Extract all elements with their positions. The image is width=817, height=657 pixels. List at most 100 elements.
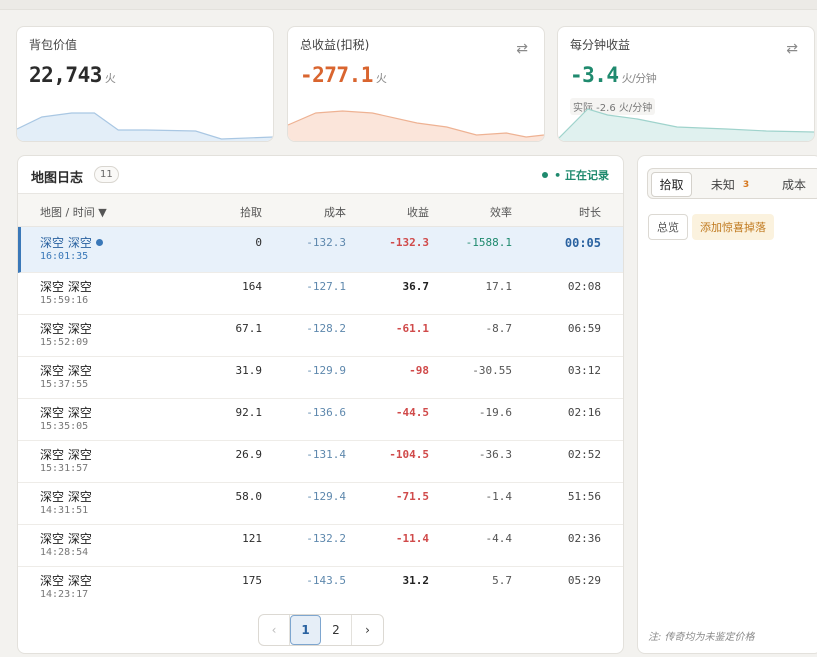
recording-label: • 正在记录 bbox=[554, 169, 609, 182]
map-name-text: 深空 深空 bbox=[40, 322, 92, 336]
overview-button[interactable]: 总览 bbox=[648, 214, 688, 240]
card-label: 背包价值 bbox=[29, 38, 78, 52]
map-time: 14:31:51 bbox=[40, 505, 89, 516]
pickup-value: 58.0 bbox=[235, 490, 263, 503]
map-name: 深空 深空 bbox=[40, 446, 92, 463]
cost-value: -131.4 bbox=[306, 448, 346, 461]
per-minute: -3.4 火/分钟 bbox=[570, 63, 657, 87]
pickup-value: 26.9 bbox=[235, 448, 263, 461]
map-time: 15:31:57 bbox=[40, 463, 89, 474]
map-cell: 深空 深空 14:28:54 bbox=[40, 530, 92, 558]
top-strip bbox=[0, 0, 817, 10]
duration-value: 02:16 bbox=[567, 406, 601, 419]
profit-value: -71.5 bbox=[395, 490, 429, 503]
col-duration[interactable]: 时长 bbox=[579, 204, 601, 220]
map-cell: 深空 深空 14:31:51 bbox=[40, 488, 92, 516]
map-time: 16:01:35 bbox=[40, 251, 89, 262]
add-surprise-drop-button[interactable]: 添加惊喜掉落 bbox=[692, 214, 774, 240]
col-profit[interactable]: 收益 bbox=[407, 204, 429, 220]
total-profit-card: 总收益(扣税) ⇄ -277.1 火 bbox=[287, 26, 545, 142]
per-minute-card: 每分钟收益 ⇄ -3.4 火/分钟 实际 -2.6 火/分钟 bbox=[557, 26, 815, 142]
map-name: 深空 深空 bbox=[40, 530, 92, 547]
col-map-time[interactable]: 地图 / 时间 ▼ bbox=[40, 204, 107, 220]
tab-unknown-label: 未知 bbox=[710, 178, 735, 192]
price-note: 注: 传奇均为未鉴定价格 bbox=[648, 632, 755, 643]
swap-icon[interactable]: ⇄ bbox=[786, 41, 798, 57]
duration-value: 05:29 bbox=[567, 574, 601, 587]
map-cell: 深空 深空 14:23:17 bbox=[40, 572, 92, 600]
map-name-text: 深空 深空 bbox=[40, 236, 92, 250]
page-2-button[interactable]: 2 bbox=[321, 615, 352, 645]
duration-value: 03:12 bbox=[567, 364, 601, 377]
table-body: 深空 深空 16:01:35 0 -132.3 -132.3 -1588.1 00:05 深空… bbox=[18, 227, 623, 605]
table-row[interactable]: 深空 深空 15:31:57 26.9 -131.4 -104.5 -36.3 02:52 bbox=[18, 441, 623, 483]
per-minute-unit: 火/分钟 bbox=[621, 72, 657, 85]
profit-value: -11.4 bbox=[395, 532, 429, 545]
efficiency-value: -19.6 bbox=[478, 406, 512, 419]
tab-unknown[interactable]: 未知 3 bbox=[698, 172, 762, 197]
efficiency-value: -8.7 bbox=[485, 322, 513, 335]
col-pickup[interactable]: 拾取 bbox=[240, 204, 262, 220]
table-row[interactable]: 深空 深空 15:52:09 67.1 -128.2 -61.1 -8.7 06:59 bbox=[18, 315, 623, 357]
swap-icon[interactable]: ⇄ bbox=[516, 41, 528, 57]
duration-value: 02:52 bbox=[567, 448, 601, 461]
duration-value: 06:59 bbox=[567, 322, 601, 335]
unknown-count-badge: 3 bbox=[742, 179, 750, 190]
table-row[interactable]: 深空 深空 15:37:55 31.9 -129.9 -98 -30.55 03:12 bbox=[18, 357, 623, 399]
profit-value: -98 bbox=[409, 364, 429, 377]
table-row[interactable]: 深空 深空 16:01:35 0 -132.3 -132.3 -1588.1 00:05 bbox=[18, 227, 623, 273]
table-row[interactable]: 深空 深空 14:28:54 121 -132.2 -11.4 -4.4 02:36 bbox=[18, 525, 623, 567]
col-cost[interactable]: 成本 bbox=[324, 204, 346, 220]
tab-cost-label: 成本 bbox=[781, 178, 806, 192]
profit-value: 31.2 bbox=[402, 574, 430, 587]
efficiency-value: -30.55 bbox=[472, 364, 512, 377]
map-name-text: 深空 深空 bbox=[40, 532, 92, 546]
pickup-value: 175 bbox=[242, 574, 262, 587]
duration-value: 02:36 bbox=[567, 532, 601, 545]
map-cell: 深空 深空 15:59:16 bbox=[40, 278, 92, 306]
map-time: 15:37:55 bbox=[40, 379, 89, 390]
tab-pickup-label: 拾取 bbox=[659, 178, 684, 192]
map-time: 15:59:16 bbox=[40, 295, 89, 306]
pagination: ‹ 1 2 › bbox=[258, 614, 384, 646]
map-cell: 深空 深空 15:31:57 bbox=[40, 446, 92, 474]
total-profit: -277.1 火 bbox=[300, 63, 387, 87]
table-row[interactable]: 深空 深空 15:35:05 92.1 -136.6 -44.5 -19.6 02:16 bbox=[18, 399, 623, 441]
map-name: 深空 深空 bbox=[40, 234, 103, 251]
cost-value: -127.1 bbox=[306, 280, 346, 293]
map-name: 深空 深空 bbox=[40, 362, 92, 379]
profit-value: -104.5 bbox=[389, 448, 429, 461]
loot-side-panel: 拾取 未知 3 成本 总览 添加惊喜掉落 注: 传奇均为未鉴定价格 bbox=[637, 155, 817, 654]
tab-cost[interactable]: 成本 bbox=[768, 172, 817, 197]
tab-pickup[interactable]: 拾取 bbox=[651, 172, 692, 197]
table-row[interactable]: 深空 深空 14:23:17 175 -143.5 31.2 5.7 05:29 bbox=[18, 567, 623, 605]
cost-value: -132.3 bbox=[306, 236, 346, 249]
table-row[interactable]: 深空 深空 15:59:16 164 -127.1 36.7 17.1 02:08 bbox=[18, 273, 623, 315]
map-name-text: 深空 深空 bbox=[40, 280, 92, 294]
map-name-text: 深空 深空 bbox=[40, 574, 92, 588]
prev-page-button[interactable]: ‹ bbox=[259, 615, 290, 645]
profit-value: 36.7 bbox=[402, 280, 430, 293]
cost-value: -128.2 bbox=[306, 322, 346, 335]
map-name-text: 深空 深空 bbox=[40, 364, 92, 378]
map-log-panel: 地图日志 11 • 正在记录 地图 / 时间 ▼ 拾取 成本 收益 效率 时长 … bbox=[17, 155, 624, 654]
next-page-button[interactable]: › bbox=[352, 615, 383, 645]
efficiency-value: -4.4 bbox=[485, 532, 513, 545]
loot-tabs: 拾取 未知 3 成本 bbox=[647, 168, 817, 199]
total-profit-number: -277.1 bbox=[300, 63, 373, 87]
map-name: 深空 深空 bbox=[40, 278, 92, 295]
col-efficiency[interactable]: 效率 bbox=[490, 204, 512, 220]
profit-value: -61.1 bbox=[395, 322, 429, 335]
efficiency-value: -1588.1 bbox=[465, 236, 512, 249]
duration-value: 51:56 bbox=[567, 490, 601, 503]
map-name: 深空 深空 bbox=[40, 488, 92, 505]
page-1-button[interactable]: 1 bbox=[290, 615, 321, 645]
duration-value: 00:05 bbox=[564, 236, 601, 250]
map-cell: 深空 深空 16:01:35 bbox=[40, 234, 103, 262]
card-label: 每分钟收益 bbox=[570, 38, 631, 52]
profit-value: -132.3 bbox=[389, 236, 429, 249]
map-name-text: 深空 深空 bbox=[40, 406, 92, 420]
map-time: 14:23:17 bbox=[40, 589, 89, 600]
table-row[interactable]: 深空 深空 14:31:51 58.0 -129.4 -71.5 -1.4 51:56 bbox=[18, 483, 623, 525]
cost-value: -143.5 bbox=[306, 574, 346, 587]
